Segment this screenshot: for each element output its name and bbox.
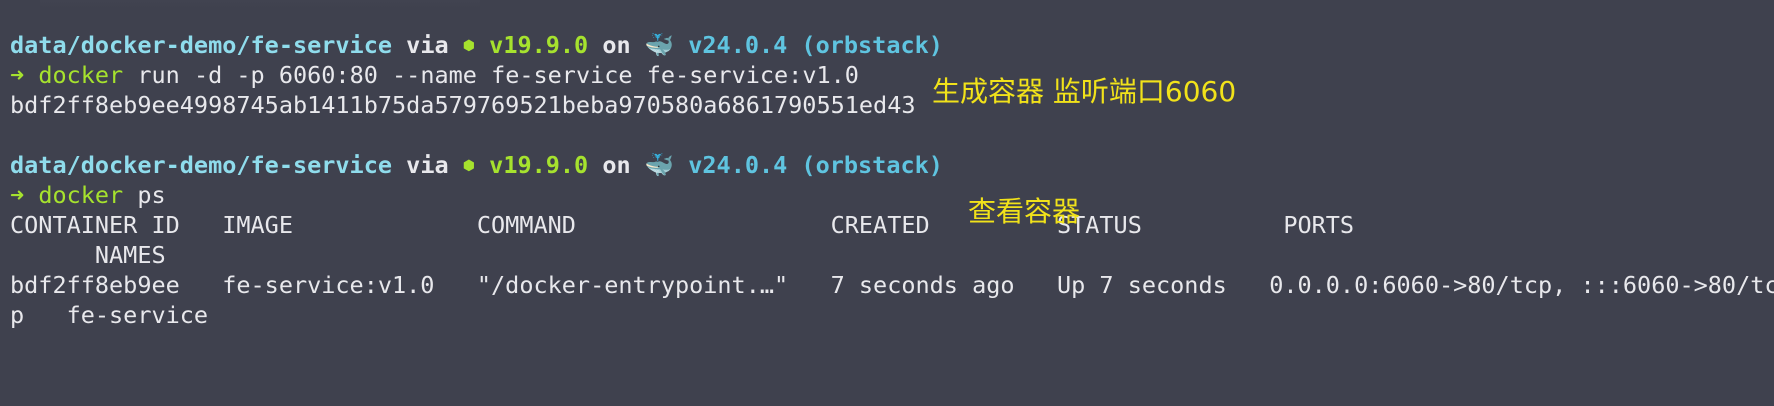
ps-data-row-wrap: p fe-service — [10, 301, 209, 329]
prompt-arrow-icon: ➜ — [10, 61, 25, 89]
prompt-on: on — [602, 151, 631, 179]
annotation-view-container: 查看容器 — [968, 195, 1081, 228]
node-icon: ⬢ — [462, 158, 476, 174]
command-line-1[interactable]: ➜ docker run -d -p 6060:80 --name fe-ser… — [10, 58, 859, 92]
output-container-id: bdf2ff8eb9ee4998745ab1411b75da579769521b… — [10, 91, 916, 119]
node-version: v19.9.0 — [489, 31, 589, 59]
prompt-on: on — [602, 31, 631, 59]
ps-header-row: CONTAINER ID IMAGE COMMAND CREATED STATU… — [10, 211, 1355, 239]
prompt-path: data/docker-demo/fe-service — [10, 151, 393, 179]
prompt-via: via — [406, 151, 449, 179]
prompt-path: data/docker-demo/fe-service — [10, 31, 393, 59]
node-version: v19.9.0 — [489, 151, 589, 179]
command-name: docker — [38, 181, 124, 209]
ps-data-row: bdf2ff8eb9ee fe-service:v1.0 "/docker-en… — [10, 271, 1774, 299]
prompt-line-2: data/docker-demo/fe-service via ⬢ v19.9.… — [10, 148, 943, 182]
docker-whale-icon: 🐳 — [644, 31, 675, 59]
command-line-2[interactable]: ➜ docker ps — [10, 178, 166, 212]
docker-version: v24.0.4 (orbstack) — [688, 151, 943, 179]
annotation-create-container: 生成容器 监听端口6060 — [932, 75, 1237, 108]
prompt-via: via — [406, 31, 449, 59]
command-args: ps — [137, 181, 166, 209]
node-icon: ⬢ — [462, 38, 476, 54]
command-args: run -d -p 6060:80 --name fe-service fe-s… — [137, 61, 859, 89]
prompt-arrow-icon: ➜ — [10, 181, 25, 209]
ps-header-names: NAMES — [10, 241, 166, 269]
prompt-line-1: data/docker-demo/fe-service via ⬢ v19.9.… — [10, 28, 943, 62]
docker-version: v24.0.4 (orbstack) — [688, 31, 943, 59]
terminal-window[interactable]: data/docker-demo/fe-service via ⬢ v19.9.… — [10, 0, 1774, 406]
command-name: docker — [38, 61, 124, 89]
docker-whale-icon: 🐳 — [644, 151, 675, 179]
